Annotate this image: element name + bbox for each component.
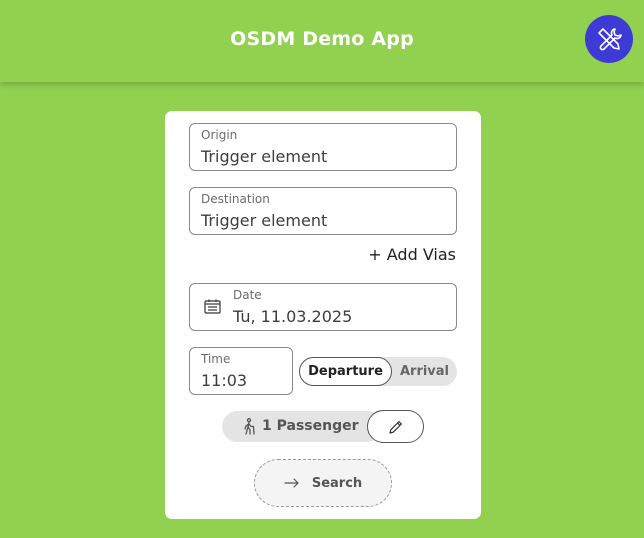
edit-passengers-button[interactable] xyxy=(367,410,424,443)
arrow-right-icon xyxy=(284,478,300,488)
app-title: OSDM Demo App xyxy=(230,28,414,50)
origin-value: Trigger element xyxy=(201,147,328,166)
departure-option[interactable]: Departure xyxy=(299,357,392,386)
passenger-count: 1 Passenger xyxy=(262,418,359,434)
origin-label: Origin xyxy=(201,128,238,142)
arrival-option[interactable]: Arrival xyxy=(392,357,457,386)
origin-field[interactable]: Origin Trigger element xyxy=(189,123,457,171)
date-label: Date xyxy=(233,288,262,302)
app-header: OSDM Demo App xyxy=(0,0,644,82)
calendar-icon xyxy=(204,299,221,314)
search-button[interactable]: Search xyxy=(254,459,392,507)
person-walking-icon xyxy=(244,418,255,435)
time-label: Time xyxy=(201,352,231,366)
pencil-icon xyxy=(388,420,402,434)
tools-button[interactable] xyxy=(585,15,633,63)
add-vias-button[interactable]: + Add Vias xyxy=(368,245,456,264)
date-field[interactable]: Date Tu, 11.03.2025 xyxy=(189,283,457,331)
time-value: 11:03 xyxy=(201,371,248,390)
tools-icon xyxy=(598,28,622,51)
destination-value: Trigger element xyxy=(201,211,328,230)
departure-arrival-toggle: Departure Arrival xyxy=(299,357,457,386)
time-field[interactable]: Time 11:03 xyxy=(189,347,293,395)
search-label: Search xyxy=(311,475,363,491)
passenger-selector[interactable]: 1 Passenger xyxy=(222,411,382,442)
destination-field[interactable]: Destination Trigger element xyxy=(189,187,457,235)
date-value: Tu, 11.03.2025 xyxy=(233,307,353,326)
search-card: Origin Trigger element Destination Trigg… xyxy=(165,111,481,519)
destination-label: Destination xyxy=(201,192,270,206)
